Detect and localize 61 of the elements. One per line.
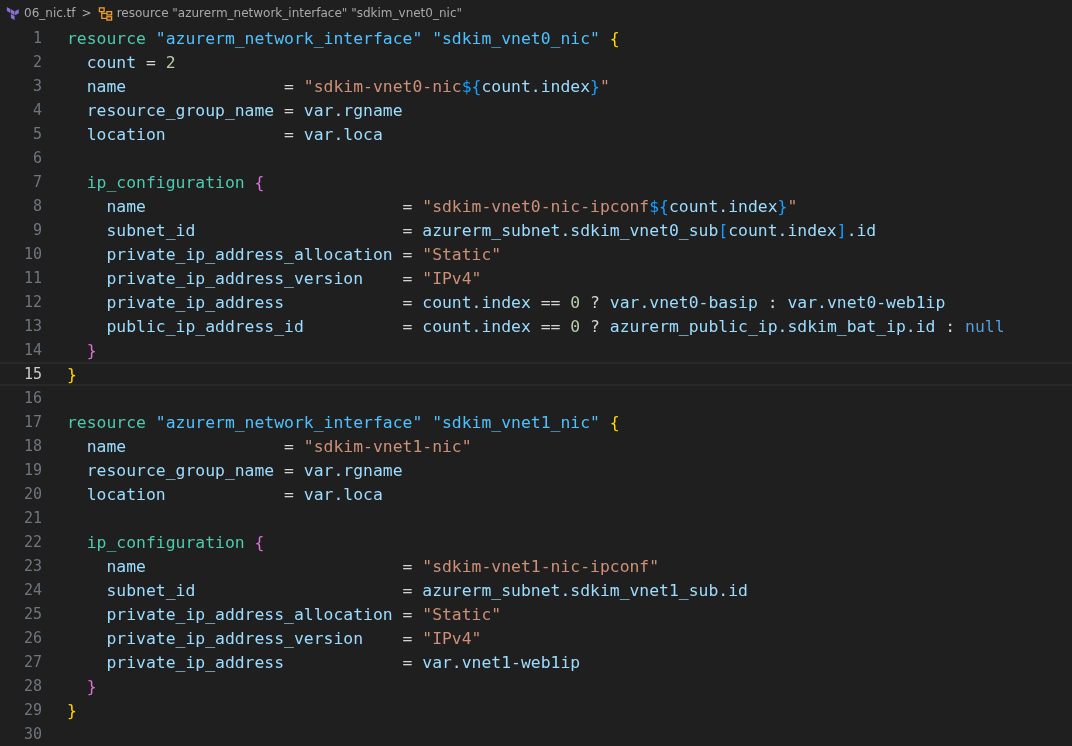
code-line: resource_group_name = var.rgname [85,460,403,480]
line-number: 4 [31,101,42,119]
line-number: 7 [31,173,42,191]
code-line: name = "sdkim-vnet1-nic" [85,436,472,456]
symbol-icon [97,5,113,21]
code-line: } [85,676,97,696]
code-line: resource "azurerm_network_interface" "sdkim_vnet1_nic" { [67,412,620,432]
code-line: subnet_id = azurerm_subnet.sdkim_vnet1_sub.id [105,580,748,600]
line-number: 17 [22,413,42,431]
breadcrumb-separator: > [81,6,92,20]
code-line: private_ip_address = count.index == 0 ? var.vnet0-basip : var.vnet0-web1ip [105,292,946,312]
line-number: 30 [22,725,42,743]
code-line: } [67,700,77,720]
line-number: 12 [22,293,42,311]
code-line: } [67,364,77,384]
line-number: 8 [31,197,42,215]
code-line: name = "sdkim-vnet0-nic-ipconf${count.index}" [105,196,798,216]
code-line: ip_configuration { [85,172,265,192]
breadcrumb-symbol[interactable]: resource "azurerm_network_interface" "sdkim_vnet0_nic" [116,6,463,20]
line-number: 5 [31,125,42,143]
line-number: 29 [22,701,42,719]
code-line: resource_group_name = var.rgname [85,100,403,120]
code-line: name = "sdkim-vnet1-nic-ipconf" [105,556,660,576]
code-line: private_ip_address_allocation = "Static" [105,604,502,624]
line-number: 15 [22,365,42,383]
line-number: 23 [22,557,42,575]
line-number: 10 [22,245,42,263]
line-number: 1 [31,29,42,47]
breadcrumb-file[interactable]: 06_nic.tf [24,6,76,20]
terraform-icon [6,6,20,20]
code-line: resource "azurerm_network_interface" "sdkim_vnet0_nic" { [67,28,620,48]
line-number: 6 [31,149,42,167]
code-line: count = 2 [85,52,176,72]
line-number: 18 [22,437,42,455]
code-line: subnet_id = azurerm_subnet.sdkim_vnet0_sub[count.index].id [105,220,877,240]
code-line: private_ip_address_version = "IPv4" [105,268,482,288]
line-number: 20 [22,485,42,503]
line-number: 26 [22,629,42,647]
code-line: } [85,340,97,360]
code-line: private_ip_address = var.vnet1-web1ip [105,652,581,672]
code-line: private_ip_address_allocation = "Static" [105,244,502,264]
line-number: 24 [22,581,42,599]
line-number: 3 [31,77,42,95]
code-line: private_ip_address_version = "IPv4" [105,628,482,648]
line-number: 27 [22,653,42,671]
line-number: 28 [22,677,42,695]
line-number: 16 [22,389,42,407]
line-number: 13 [22,317,42,335]
code-line: name = "sdkim-vnet0-nic${count.index}" [85,76,610,96]
line-number: 25 [22,605,42,623]
code-line: public_ip_address_id = count.index == 0 ? azurerm_public_ip.sdkim_bat_ip.id : null [105,316,1005,336]
line-number: 22 [22,533,42,551]
line-number: 21 [22,509,42,527]
line-number: 11 [22,269,42,287]
code-line: ip_configuration { [85,532,265,552]
line-number: 19 [22,461,42,479]
code-line: location = var.loca [85,484,383,504]
line-number: 9 [31,221,42,239]
line-number: 2 [31,53,42,71]
code-line: location = var.loca [85,124,383,144]
line-number: 14 [22,341,42,359]
